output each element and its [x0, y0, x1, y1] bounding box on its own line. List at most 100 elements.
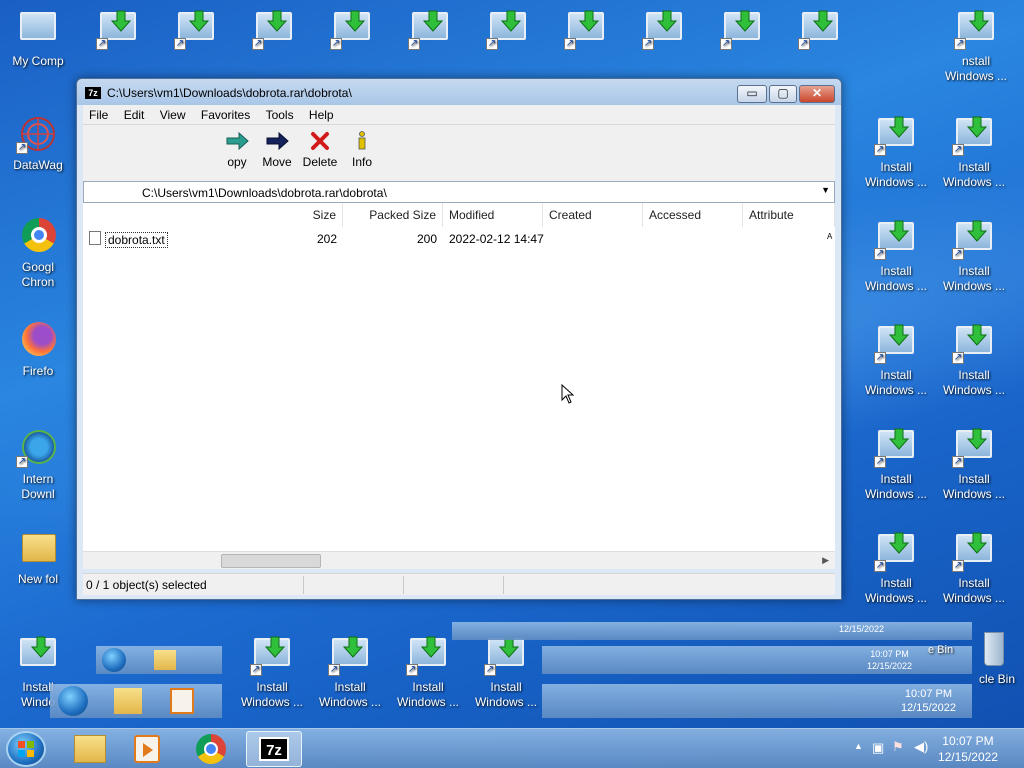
column-accessed[interactable]: Accessed: [643, 203, 743, 227]
address-bar[interactable]: C:\Users\vm1\Downloads\dobrota.rar\dobro…: [83, 181, 835, 203]
close-button[interactable]: ✕: [799, 85, 835, 103]
green-arrow-icon: [812, 10, 834, 32]
shortcut-arrow-icon: ↗: [952, 352, 964, 364]
install-windows-shortcut-r2-3[interactable]: ↗ Install Windows ...: [936, 428, 1012, 502]
ghost-taskbar: [96, 646, 222, 674]
column-attributes[interactable]: Attribute: [743, 203, 835, 227]
green-arrow-icon: [264, 636, 286, 658]
recycle-bin-shortcut[interactable]: cle Bin: [948, 628, 1024, 687]
menu-view[interactable]: View: [154, 105, 192, 125]
green-arrow-icon: [656, 10, 678, 32]
install-windows-shortcut-top-9[interactable]: ↗: [782, 10, 858, 54]
column-modified[interactable]: Modified: [443, 203, 543, 227]
install-windows-shortcut-r2-1[interactable]: ↗ Install Windows ...: [936, 220, 1012, 294]
file-name[interactable]: dobrota.txt: [105, 232, 168, 248]
green-arrow-icon: [966, 428, 988, 450]
install-windows-shortcut-r2-2[interactable]: ↗ Install Windows ...: [936, 324, 1012, 398]
title-bar[interactable]: 7z C:\Users\vm1\Downloads\dobrota.rar\do…: [77, 79, 841, 105]
copy-button[interactable]: opy: [215, 131, 259, 169]
install-windows-shortcut-top-7[interactable]: ↗: [626, 10, 702, 54]
install-windows-shortcut-top-2[interactable]: ↗: [236, 10, 312, 54]
install-windows-shortcut-r2-4[interactable]: ↗ Install Windows ...: [936, 532, 1012, 606]
taskbar-media-player-button[interactable]: [120, 731, 176, 767]
show-hidden-icons-icon[interactable]: ▲: [854, 741, 863, 751]
install-windows-shortcut-bottom-0[interactable]: ↗ Install Windows ...: [234, 636, 310, 710]
install-windows-shortcut-r2-0[interactable]: ↗ Install Windows ...: [936, 116, 1012, 190]
firefox-icon: [22, 322, 56, 356]
install-windows-shortcut-top-0[interactable]: ↗: [80, 10, 156, 54]
chrome-shortcut[interactable]: Googl Chron: [0, 216, 76, 290]
start-orb-ghost: [58, 686, 88, 716]
internet-download-manager-shortcut[interactable]: ↗ Intern Downl: [0, 428, 76, 502]
install-windows-shortcut-top-6[interactable]: ↗: [548, 10, 624, 54]
install-windows-shortcut-r1-2[interactable]: ↗ Install Windows ...: [858, 324, 934, 398]
column-packed-size[interactable]: Packed Size: [343, 203, 443, 227]
start-orb-ghost: [102, 648, 126, 672]
datawag-shortcut[interactable]: ↗ DataWag: [0, 114, 76, 173]
start-button[interactable]: [6, 731, 46, 767]
info-button[interactable]: Info: [340, 131, 384, 169]
computer-icon: [20, 12, 56, 40]
my-computer-shortcut[interactable]: My Comp: [0, 10, 76, 69]
install-windows-shortcut-r1-1[interactable]: ↗ Install Windows ...: [858, 220, 934, 294]
maximize-button[interactable]: ▢: [769, 85, 797, 103]
shortcut-arrow-icon: ↗: [720, 38, 732, 50]
green-arrow-icon: [500, 10, 522, 32]
shortcut-arrow-icon: ↗: [952, 248, 964, 260]
shortcut-arrow-icon: ↗: [174, 38, 186, 50]
shortcut-arrow-icon: ↗: [16, 142, 28, 154]
chevron-down-icon[interactable]: ▼: [821, 185, 830, 195]
green-arrow-icon: [888, 428, 910, 450]
file-packed-size: 200: [416, 232, 437, 246]
move-button[interactable]: Move: [255, 131, 299, 169]
toolbar: opy Move Delete Info: [83, 125, 835, 181]
shortcut-arrow-icon: ↗: [406, 664, 418, 676]
volume-icon[interactable]: ◀): [914, 739, 928, 755]
green-arrow-icon: [110, 10, 132, 32]
menu-edit[interactable]: Edit: [118, 105, 151, 125]
green-arrow-icon: [968, 10, 990, 32]
action-center-icon[interactable]: ⚑: [892, 739, 904, 755]
install-windows-shortcut-r1-3[interactable]: ↗ Install Windows ...: [858, 428, 934, 502]
address-path: C:\Users\vm1\Downloads\dobrota.rar\dobro…: [142, 186, 387, 200]
taskbar-chrome-button[interactable]: [184, 731, 240, 767]
shortcut-arrow-icon: ↗: [252, 38, 264, 50]
install-windows-shortcut-top-4[interactable]: ↗: [392, 10, 468, 54]
minimize-button[interactable]: ▭: [737, 85, 767, 103]
menu-favorites[interactable]: Favorites: [195, 105, 256, 125]
install-windows-shortcut-bottom-1[interactable]: ↗ Install Windows ...: [312, 636, 388, 710]
firefox-shortcut[interactable]: Firefo: [0, 320, 76, 379]
install-windows-shortcut-bottom-3[interactable]: ↗ Install Windows ...: [468, 636, 544, 710]
file-list[interactable]: Size Packed Size Modified Created Access…: [83, 203, 835, 569]
shortcut-arrow-icon: ↗: [16, 456, 28, 468]
taskbar-explorer-button[interactable]: [62, 731, 118, 767]
folder-icon: [154, 650, 176, 670]
horizontal-scrollbar[interactable]: ▶: [83, 551, 835, 569]
column-created[interactable]: Created: [543, 203, 643, 227]
install-windows-shortcut-r1-0[interactable]: ↗ Install Windows ...: [858, 116, 934, 190]
install-windows-shortcut-top-8[interactable]: ↗: [704, 10, 780, 54]
7zip-file-manager-window[interactable]: 7z C:\Users\vm1\Downloads\dobrota.rar\do…: [76, 78, 842, 600]
7zip-icon: 7z: [259, 737, 289, 761]
new-folder-shortcut[interactable]: New fol: [0, 528, 76, 587]
clock[interactable]: 10:07 PM 12/15/2022: [938, 733, 998, 765]
delete-button[interactable]: Delete: [298, 131, 342, 169]
install-windows-shortcut-top-partial[interactable]: ↗ nstall Windows ...: [938, 10, 1014, 84]
install-windows-shortcut-top-3[interactable]: ↗: [314, 10, 390, 54]
install-windows-shortcut-r1-4[interactable]: ↗ Install Windows ...: [858, 532, 934, 606]
menu-file[interactable]: File: [83, 105, 114, 125]
scrollbar-thumb[interactable]: [221, 554, 321, 568]
install-windows-shortcut-top-5[interactable]: ↗: [470, 10, 546, 54]
shortcut-arrow-icon: ↗: [874, 560, 886, 572]
column-size[interactable]: Size: [243, 203, 343, 227]
green-arrow-icon: [422, 10, 444, 32]
shortcut-arrow-icon: ↗: [952, 456, 964, 468]
shortcut-arrow-icon: ↗: [874, 456, 886, 468]
taskbar-7zip-button[interactable]: 7z: [246, 731, 302, 767]
install-windows-shortcut-bottom-2[interactable]: ↗ Install Windows ...: [390, 636, 466, 710]
scroll-right-icon[interactable]: ▶: [822, 555, 829, 566]
menu-tools[interactable]: Tools: [260, 105, 300, 125]
install-windows-shortcut-top-1[interactable]: ↗: [158, 10, 234, 54]
menu-help[interactable]: Help: [303, 105, 340, 125]
network-icon[interactable]: ▣: [872, 740, 884, 756]
